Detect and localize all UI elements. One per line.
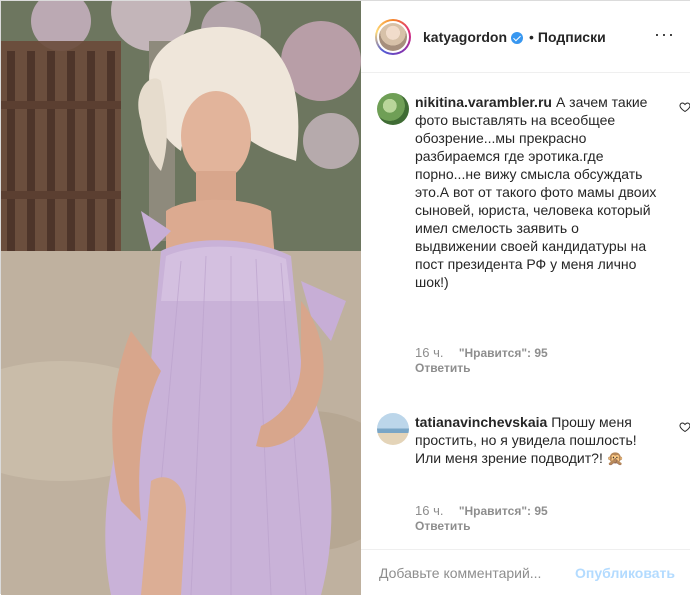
like-heart-icon[interactable] bbox=[679, 101, 690, 113]
comment-text: А зачем такие фото выставлять на всеобще… bbox=[415, 94, 657, 290]
comment-time[interactable]: 16 ч. bbox=[415, 345, 443, 360]
comment-content: nikitina.varambler.ru А зачем такие фото … bbox=[415, 93, 663, 291]
commenter-username[interactable]: nikitina.varambler.ru bbox=[415, 94, 552, 110]
author-username[interactable]: katyagordon bbox=[423, 29, 507, 45]
comment-input[interactable] bbox=[377, 563, 576, 582]
add-comment-bar: Опубликовать bbox=[361, 549, 690, 595]
reply-button[interactable]: Ответить bbox=[415, 361, 470, 375]
following-button[interactable]: Подписки bbox=[538, 29, 606, 45]
commenter-avatar[interactable] bbox=[377, 93, 409, 125]
post-photo-illustration bbox=[1, 1, 361, 595]
post-sidebar: katyagordon • Подписки ··· nikitina.vara… bbox=[361, 1, 690, 595]
comment-likes[interactable]: "Нравится": 95 bbox=[459, 346, 548, 360]
comment-item: nikitina.varambler.ru А зачем такие фото … bbox=[377, 93, 690, 393]
comment-meta: 16 ч. "Нравится": 95 bbox=[415, 345, 548, 360]
more-options-icon[interactable]: ··· bbox=[654, 25, 675, 43]
reply-button[interactable]: Ответить bbox=[415, 519, 470, 533]
separator-dot: • bbox=[529, 28, 534, 45]
comment-time[interactable]: 16 ч. bbox=[415, 503, 443, 518]
post-header: katyagordon • Подписки ··· bbox=[361, 1, 690, 73]
avatar-inner bbox=[377, 20, 409, 53]
like-heart-icon[interactable] bbox=[679, 421, 690, 433]
avatar-image bbox=[379, 22, 407, 51]
instagram-post: katyagordon • Подписки ··· nikitina.vara… bbox=[0, 0, 690, 595]
comment-likes[interactable]: "Нравится": 95 bbox=[459, 504, 548, 518]
commenter-username[interactable]: tatianavinchevskaia bbox=[415, 414, 547, 430]
post-photo[interactable] bbox=[1, 1, 361, 595]
verified-badge-icon bbox=[511, 31, 524, 44]
commenter-avatar[interactable] bbox=[377, 413, 409, 445]
comment-item: tatianavinchevskaia Прошу меня простить, … bbox=[377, 413, 690, 533]
comment-content: tatianavinchevskaia Прошу меня простить, … bbox=[415, 413, 663, 467]
comment-meta: 16 ч. "Нравится": 95 bbox=[415, 503, 548, 518]
publish-button[interactable]: Опубликовать bbox=[575, 565, 675, 581]
author-avatar[interactable] bbox=[375, 18, 411, 55]
comments-list: nikitina.varambler.ru А зачем такие фото … bbox=[361, 73, 690, 541]
